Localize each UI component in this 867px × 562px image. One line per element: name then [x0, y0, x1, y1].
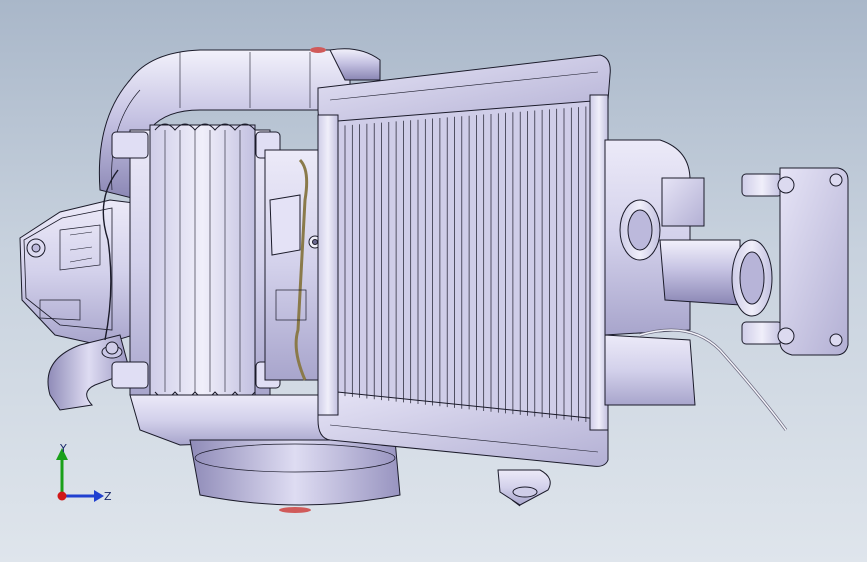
z-axis-arrowhead: [94, 490, 104, 502]
cylinder-block: [102, 123, 281, 401]
graphics-viewport[interactable]: Y Z: [0, 0, 867, 562]
radiator: [317, 54, 611, 467]
x-axis-dot: [57, 491, 67, 501]
y-axis-label: Y: [59, 442, 67, 455]
coordinate-triad: Y Z: [56, 442, 112, 503]
bottom-connector: [497, 469, 551, 507]
z-axis-label: Z: [104, 490, 112, 503]
center-bracket: [264, 149, 326, 381]
engine-model[interactable]: [0, 0, 867, 562]
